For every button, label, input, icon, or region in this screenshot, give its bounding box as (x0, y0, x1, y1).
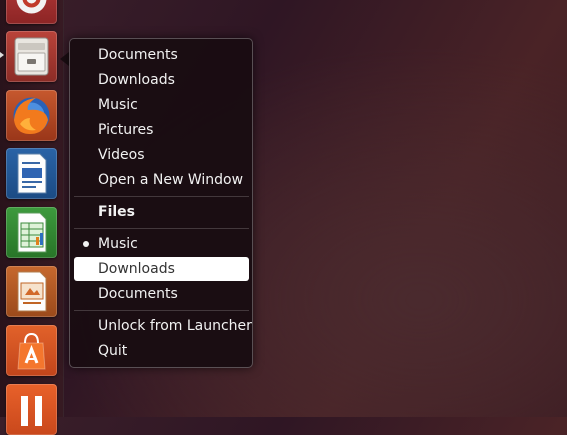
pause-icon (21, 396, 42, 426)
quicklist-item-open-new-window[interactable]: Open a New Window (74, 168, 249, 192)
software-center-launcher-icon[interactable] (6, 325, 57, 376)
window-item-documents[interactable]: Documents (74, 282, 249, 306)
menu-separator (74, 196, 249, 197)
quicklist-item-music[interactable]: Music (74, 93, 249, 117)
writer-document-icon (17, 153, 47, 194)
quicklist-item-pictures[interactable]: Pictures (74, 118, 249, 142)
file-cabinet-icon (14, 37, 49, 76)
files-launcher-icon[interactable] (6, 31, 57, 82)
libreoffice-writer-launcher-icon[interactable] (6, 148, 57, 199)
firefox-icon (13, 97, 50, 134)
running-indicator (0, 52, 5, 58)
quicklist-item-downloads[interactable]: Downloads (74, 68, 249, 92)
calc-spreadsheet-icon (17, 212, 47, 253)
menu-separator (74, 310, 249, 311)
firefox-launcher-icon[interactable] (6, 90, 57, 141)
quicklist-item-videos[interactable]: Videos (74, 143, 249, 167)
window-item-downloads[interactable]: Downloads (74, 257, 249, 281)
window-item-label: Music (98, 236, 138, 252)
ubuntu-one-launcher-icon[interactable] (6, 0, 57, 24)
active-window-bullet-icon (83, 241, 89, 247)
window-item-label: Documents (98, 286, 178, 302)
shopping-bag-icon (17, 332, 46, 370)
window-item-music[interactable]: Music (74, 232, 249, 256)
libreoffice-impress-launcher-icon[interactable] (6, 266, 57, 317)
ubuntu-one-icon (16, 0, 47, 14)
quicklist-pointer (60, 52, 69, 66)
app-launcher-icon[interactable] (6, 384, 57, 435)
window-item-label: Downloads (98, 261, 175, 277)
quicklist-item-unlock-from-launcher[interactable]: Unlock from Launcher (74, 314, 252, 338)
launcher-quicklist: Documents Downloads Music Pictures Video… (69, 38, 253, 368)
launcher (0, 0, 64, 435)
quicklist-app-title: Files (98, 204, 135, 220)
quicklist-item-documents[interactable]: Documents (74, 43, 249, 67)
menu-separator (74, 228, 249, 229)
impress-presentation-icon (17, 271, 47, 312)
libreoffice-calc-launcher-icon[interactable] (6, 207, 57, 258)
quicklist-item-quit[interactable]: Quit (74, 339, 249, 363)
